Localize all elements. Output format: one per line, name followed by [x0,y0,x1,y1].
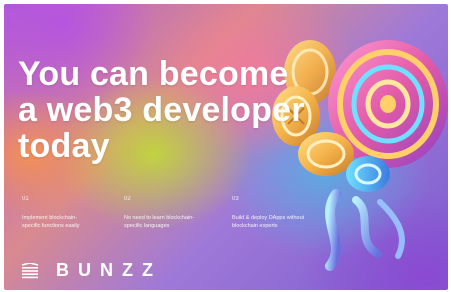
feature-number: 01 [22,196,29,202]
feature-text-line-2: specific languages [124,223,170,229]
feature-item: 02 No need to learn blockchain- specific… [124,196,224,230]
feature-text-line-2: blockchain experts [232,223,278,229]
promo-banner: You can become a web3 developer today 01… [4,4,448,290]
bunzz-logo-icon [21,262,39,278]
feature-item: 01 Implement blockchain- specific functi… [22,196,122,230]
feature-text-line-1: Build & deploy DApps without [232,215,305,221]
feature-text-line-2: specific functions easily [22,223,80,229]
feature-text-line-1: Implement blockchain- [22,215,78,221]
feature-number: 03 [232,196,239,202]
brand: BUNZZ [20,260,162,281]
brand-name: BUNZZ [56,260,162,280]
headline-line-2: a web3 developer [18,91,305,129]
headline: You can become a web3 developer today [18,56,348,164]
headline-line-3: today [18,127,110,165]
headline-line-1: You can become [18,55,289,93]
feature-number: 02 [124,196,131,202]
feature-text-line-1: No need to learn blockchain- [124,215,195,221]
feature-item: 03 Build & deploy DApps without blockcha… [232,196,332,230]
